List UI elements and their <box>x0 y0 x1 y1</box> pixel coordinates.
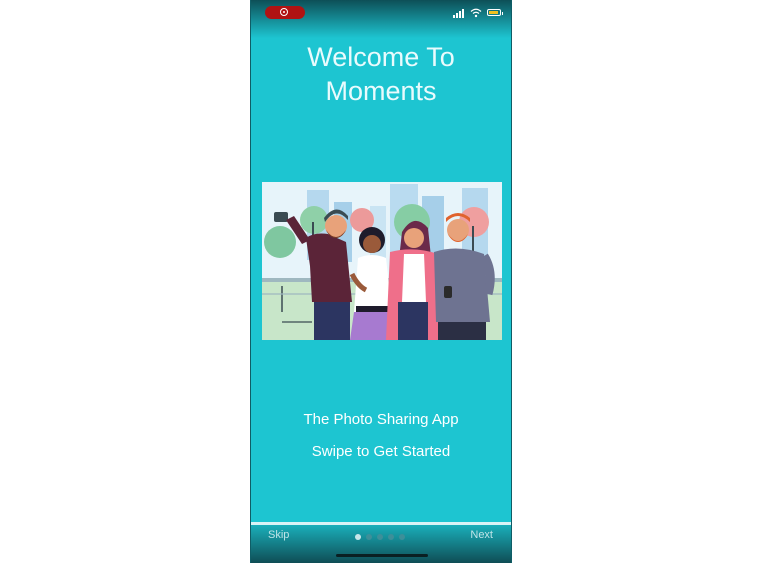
battery-icon <box>487 9 503 16</box>
friends-selfie-illustration <box>262 182 502 340</box>
page-dot-3[interactable] <box>377 534 383 540</box>
title-line-1: Welcome To <box>307 42 455 72</box>
page-dot-1[interactable] <box>355 534 361 540</box>
wifi-icon <box>470 8 482 18</box>
page-dot-4[interactable] <box>388 534 394 540</box>
onboarding-nav-bar: Skip Next <box>251 525 511 563</box>
page-dot-5[interactable] <box>399 534 405 540</box>
home-indicator[interactable] <box>336 554 428 557</box>
onboarding-screen: Welcome To Moments The Photo Sharing App… <box>250 0 512 563</box>
page-dot-2[interactable] <box>366 534 372 540</box>
signal-icon <box>453 8 467 18</box>
page-title: Welcome To Moments <box>251 40 511 108</box>
title-line-2: Moments <box>325 76 437 106</box>
status-bar <box>251 0 511 24</box>
next-button[interactable]: Next <box>470 529 493 541</box>
skip-button[interactable]: Skip <box>268 529 289 541</box>
app-subtitle: The Photo Sharing App <box>303 411 459 428</box>
swipe-instruction: Swipe to Get Started <box>311 443 451 460</box>
record-dot-icon <box>280 8 288 16</box>
screen-recording-icon[interactable] <box>265 6 305 19</box>
